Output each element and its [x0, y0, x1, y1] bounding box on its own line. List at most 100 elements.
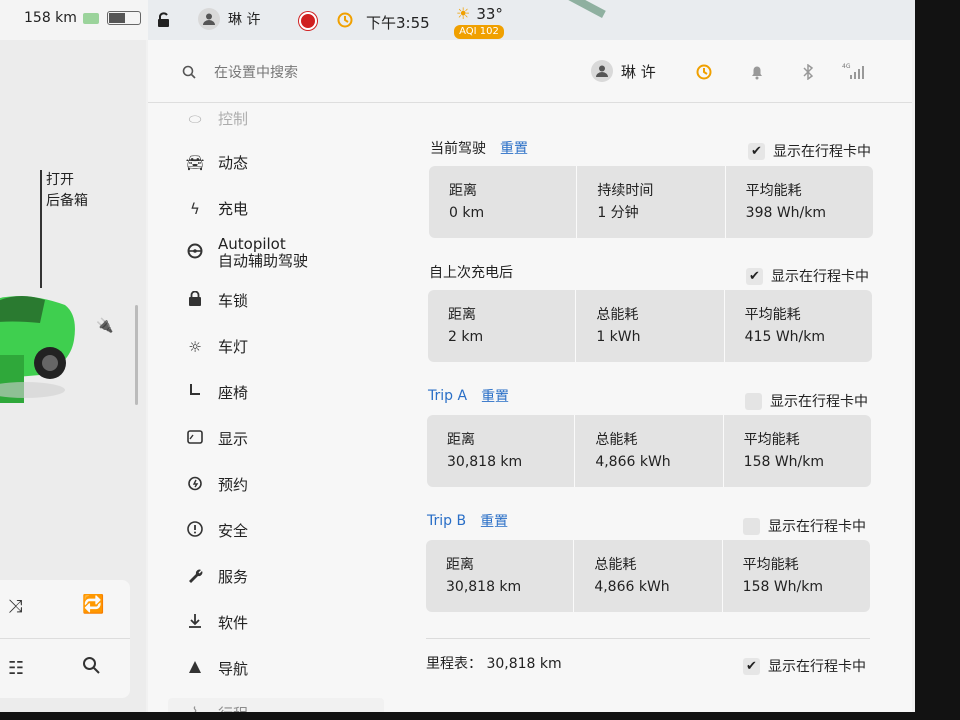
stat-cell: 距离 30,818 km: [427, 415, 576, 487]
menu-item-trips[interactable]: ⌇ 行程: [168, 698, 384, 712]
section-title-trip-a: Trip A 重置: [428, 386, 509, 406]
menu-item-controls[interactable]: ⬭ 控制: [184, 108, 248, 129]
range-indicator: 158 km: [24, 10, 141, 26]
menu-item-charging[interactable]: ϟ 充电: [184, 198, 248, 219]
stat-label: 距离: [448, 307, 476, 323]
media-search-icon[interactable]: [82, 656, 100, 679]
navigation-icon: [184, 660, 206, 678]
stat-label: 总能耗: [594, 557, 637, 573]
light-icon: ☼: [188, 337, 202, 356]
reset-button[interactable]: 重置: [481, 386, 509, 406]
repeat-icon[interactable]: 🔁: [82, 594, 104, 615]
menu-label: 充电: [218, 200, 249, 218]
stat-label: 持续时间: [597, 183, 654, 199]
divider: [426, 638, 870, 639]
since-charge-card: 距离 2 km 总能耗 1 kWh 平均能耗 415 Wh/km: [428, 290, 872, 362]
checkbox-checked-icon: ✔: [743, 657, 760, 675]
menu-item-safety[interactable]: 安全: [184, 520, 248, 541]
settings-search[interactable]: 在设置中搜索: [182, 62, 298, 82]
alarm-icon[interactable]: [695, 62, 713, 84]
section-title-text: 当前驾驶: [430, 141, 486, 157]
menu-item-locks[interactable]: 车锁: [184, 290, 248, 311]
status-user[interactable]: 琳 许: [198, 8, 260, 30]
stat-value: 158 Wh/km: [743, 454, 825, 470]
profile-button[interactable]: 琳 许: [591, 60, 656, 82]
menu-item-schedule[interactable]: 预约: [184, 474, 248, 495]
stat-cell: 平均能耗 158 Wh/km: [723, 540, 870, 612]
menu-item-display[interactable]: 显示: [184, 428, 248, 449]
equalizer-icon[interactable]: ☷: [8, 658, 24, 679]
stat-value: 1 kWh: [596, 329, 641, 345]
menu-item-navigation[interactable]: 导航: [184, 658, 248, 679]
odometer: 里程表： 30,818 km: [426, 653, 562, 673]
section-title-text: Trip A: [428, 388, 468, 404]
alarm-icon[interactable]: [336, 10, 354, 28]
checkbox-unchecked-icon: [743, 517, 760, 535]
seat-icon: [184, 383, 206, 403]
dashcam-record-icon[interactable]: [299, 12, 317, 30]
status-user-name: 琳 许: [228, 12, 261, 28]
reset-button[interactable]: 重置: [500, 138, 528, 158]
status-map-strip: [148, 0, 915, 40]
show-in-trip-card-toggle[interactable]: ✔ 显示在行程卡中: [743, 656, 866, 676]
download-icon: [184, 613, 206, 633]
menu-item-dynamics[interactable]: 🚘︎ 动态: [184, 152, 248, 173]
menu-label: 显示: [218, 430, 249, 448]
car-icon: 🚘︎: [185, 153, 205, 172]
status-bar: 158 km 琳 许 下午3:55 ☀ 33° AQI 102: [0, 0, 915, 40]
notification-bell-icon[interactable]: [750, 64, 764, 84]
search-icon: [182, 65, 196, 79]
current-drive-card: 距离 0 km 持续时间 1 分钟 平均能耗 398 Wh/km: [429, 166, 873, 238]
checkbox-checked-icon: ✔: [746, 267, 763, 285]
stat-label: 平均能耗: [742, 557, 799, 573]
charge-port-icon[interactable]: 🔌: [96, 318, 113, 334]
trip-b-card: 距离 30,818 km 总能耗 4,866 kWh 平均能耗 158 Wh/km: [426, 540, 870, 612]
show-in-trip-card-toggle[interactable]: ✔ 显示在行程卡中: [748, 141, 871, 161]
menu-label: 车锁: [218, 292, 249, 310]
menu-item-seats[interactable]: 座椅: [184, 382, 248, 403]
schedule-icon: [184, 475, 206, 495]
trunk-pointer-line: [40, 170, 42, 288]
stat-value: 4,866 kWh: [595, 454, 671, 470]
reset-button[interactable]: 重置: [480, 511, 508, 531]
sun-icon: ☀: [456, 4, 471, 23]
menu-label: Autopilot: [218, 235, 286, 253]
trunk-line2: 后备箱: [46, 193, 88, 209]
lte-signal-icon: 4G: [842, 62, 866, 84]
panel-scrollbar[interactable]: [135, 305, 138, 405]
stat-cell: 距离 2 km: [428, 290, 577, 362]
charging-icon: [82, 12, 99, 24]
menu-item-lights[interactable]: ☼ 车灯: [184, 336, 248, 357]
menu-item-service[interactable]: 服务: [184, 566, 248, 587]
search-placeholder: 在设置中搜索: [214, 65, 298, 81]
odometer-label: 里程表：: [426, 656, 482, 672]
steering-wheel-icon: [184, 243, 206, 263]
section-title-text: Trip B: [427, 513, 467, 529]
open-trunk-button[interactable]: 打开 后备箱: [46, 170, 88, 212]
show-in-trip-card-toggle[interactable]: ✔ 显示在行程卡中: [746, 266, 869, 286]
stat-label: 平均能耗: [743, 432, 800, 448]
shuffle-icon[interactable]: ⤨: [8, 596, 22, 617]
stat-value: 4,866 kWh: [594, 579, 670, 595]
menu-label: 安全: [218, 522, 249, 540]
show-label: 显示在行程卡中: [771, 269, 869, 285]
odometer-value: 30,818 km: [486, 656, 562, 672]
vehicle-panel: 打开 后备箱 🔌 ⤨ 🔁 ☷: [0, 40, 146, 712]
show-in-trip-card-toggle[interactable]: 显示在行程卡中: [745, 391, 868, 411]
trip-a-card: 距离 30,818 km 总能耗 4,866 kWh 平均能耗 158 Wh/km: [427, 415, 871, 487]
menu-item-software[interactable]: 软件: [184, 612, 248, 633]
trunk-line1: 打开: [46, 172, 74, 188]
menu-item-autopilot[interactable]: Autopilot 自动辅助驾驶: [184, 236, 308, 270]
bluetooth-icon[interactable]: [802, 63, 814, 84]
lock-icon: [184, 290, 206, 310]
show-in-trip-card-toggle[interactable]: 显示在行程卡中: [743, 516, 866, 536]
safety-icon: [184, 520, 206, 541]
stat-label: 总能耗: [595, 432, 638, 448]
stat-cell: 平均能耗 415 Wh/km: [725, 290, 872, 362]
profile-avatar-icon: [591, 60, 613, 82]
stat-cell: 距离 30,818 km: [426, 540, 575, 612]
stat-value: 415 Wh/km: [744, 329, 826, 345]
weather[interactable]: ☀ 33°: [456, 4, 503, 23]
lock-icon[interactable]: [156, 12, 172, 28]
menu-label: 动态: [218, 154, 249, 172]
